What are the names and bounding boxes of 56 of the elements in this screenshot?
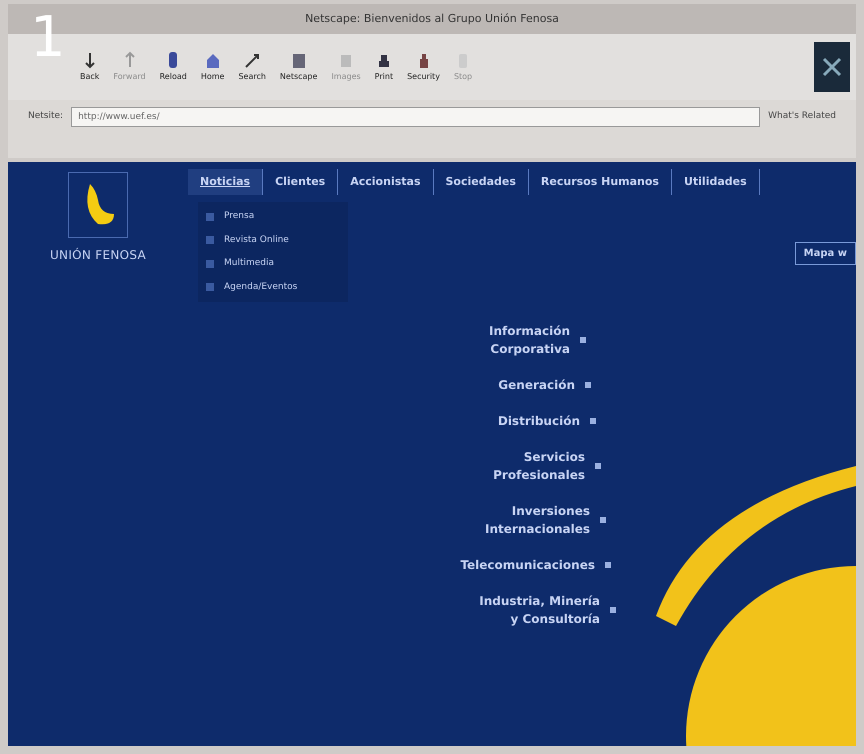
- section-link[interactable]: Telecomunicaciones: [460, 556, 611, 574]
- bullet-icon: [595, 463, 601, 469]
- bullet-icon: [206, 212, 214, 221]
- nav-tab[interactable]: Accionistas: [338, 169, 434, 195]
- whats-related-button[interactable]: What's Related: [768, 110, 836, 124]
- toolbar-button[interactable]: Back: [80, 51, 100, 83]
- location-label: Netsite:: [28, 110, 64, 124]
- section-label: y Consultoría: [509, 611, 600, 628]
- nav-tab[interactable]: Recursos Humanos: [528, 169, 672, 195]
- nav-tab[interactable]: Clientes: [263, 169, 338, 195]
- logo-text: UNIÓN FENOSA: [50, 246, 146, 264]
- section-label: Generación: [498, 377, 575, 394]
- bullet-icon: [610, 607, 616, 613]
- nav-tab[interactable]: Noticias: [188, 169, 264, 195]
- section-link[interactable]: Generación: [498, 376, 591, 394]
- bullet-icon: [580, 337, 586, 343]
- bullet-icon: [206, 236, 214, 244]
- toolbar-button[interactable]: Reload: [160, 51, 187, 83]
- menu-item[interactable]: Agenda/Eventos: [206, 280, 340, 294]
- section-link[interactable]: Servicios Profesionales: [493, 448, 601, 484]
- nav-tab[interactable]: Sociedades: [434, 169, 529, 195]
- section-label: Corporativa: [489, 341, 570, 358]
- menu-item[interactable]: Prensa: [206, 210, 340, 224]
- section-link[interactable]: Inversiones Internacionales: [485, 502, 606, 538]
- section-label: Telecomunicaciones: [460, 557, 595, 574]
- section-label: Distribución: [498, 413, 580, 430]
- toolbar-button[interactable]: Netscape: [280, 51, 318, 83]
- section-link[interactable]: Distribución: [498, 412, 596, 430]
- section-label: Servicios: [522, 449, 585, 466]
- toolbar-button[interactable]: Security: [407, 51, 440, 83]
- toolbar-icon: [204, 51, 221, 69]
- bullet-icon: [206, 260, 214, 268]
- section-link[interactable]: Industria, Minería y Consultoría: [479, 592, 616, 628]
- toolbar-button[interactable]: Search: [238, 51, 266, 83]
- toolbar-icon: [244, 51, 260, 69]
- toolbar-icon: [290, 51, 307, 69]
- nav-tab[interactable]: Utilidades: [672, 169, 760, 195]
- bullet-icon: [605, 562, 611, 568]
- location-field[interactable]: http://www.uef.es/: [71, 107, 760, 127]
- section-label: Internacionales: [485, 521, 590, 538]
- bullet-icon: [585, 382, 591, 388]
- section-label: Industria, Minería: [479, 593, 600, 610]
- logo-icon: [68, 172, 128, 238]
- site-map-button[interactable]: Mapa w: [794, 242, 856, 265]
- browser-logo-icon: [814, 42, 850, 92]
- bullet-icon: [590, 418, 596, 424]
- bullet-icon: [600, 517, 606, 523]
- section-label: Profesionales: [493, 467, 585, 484]
- bullet-icon: [206, 283, 214, 292]
- section-label: Información: [488, 323, 570, 340]
- toolbar-button[interactable]: Print: [374, 51, 394, 83]
- menu-item[interactable]: Revista Online: [206, 234, 340, 247]
- toolbar-button[interactable]: Home: [200, 51, 224, 83]
- section-label: Inversiones: [510, 503, 590, 520]
- section-link[interactable]: Información Corporativa: [488, 322, 586, 358]
- menu-item[interactable]: Multimedia: [206, 257, 340, 270]
